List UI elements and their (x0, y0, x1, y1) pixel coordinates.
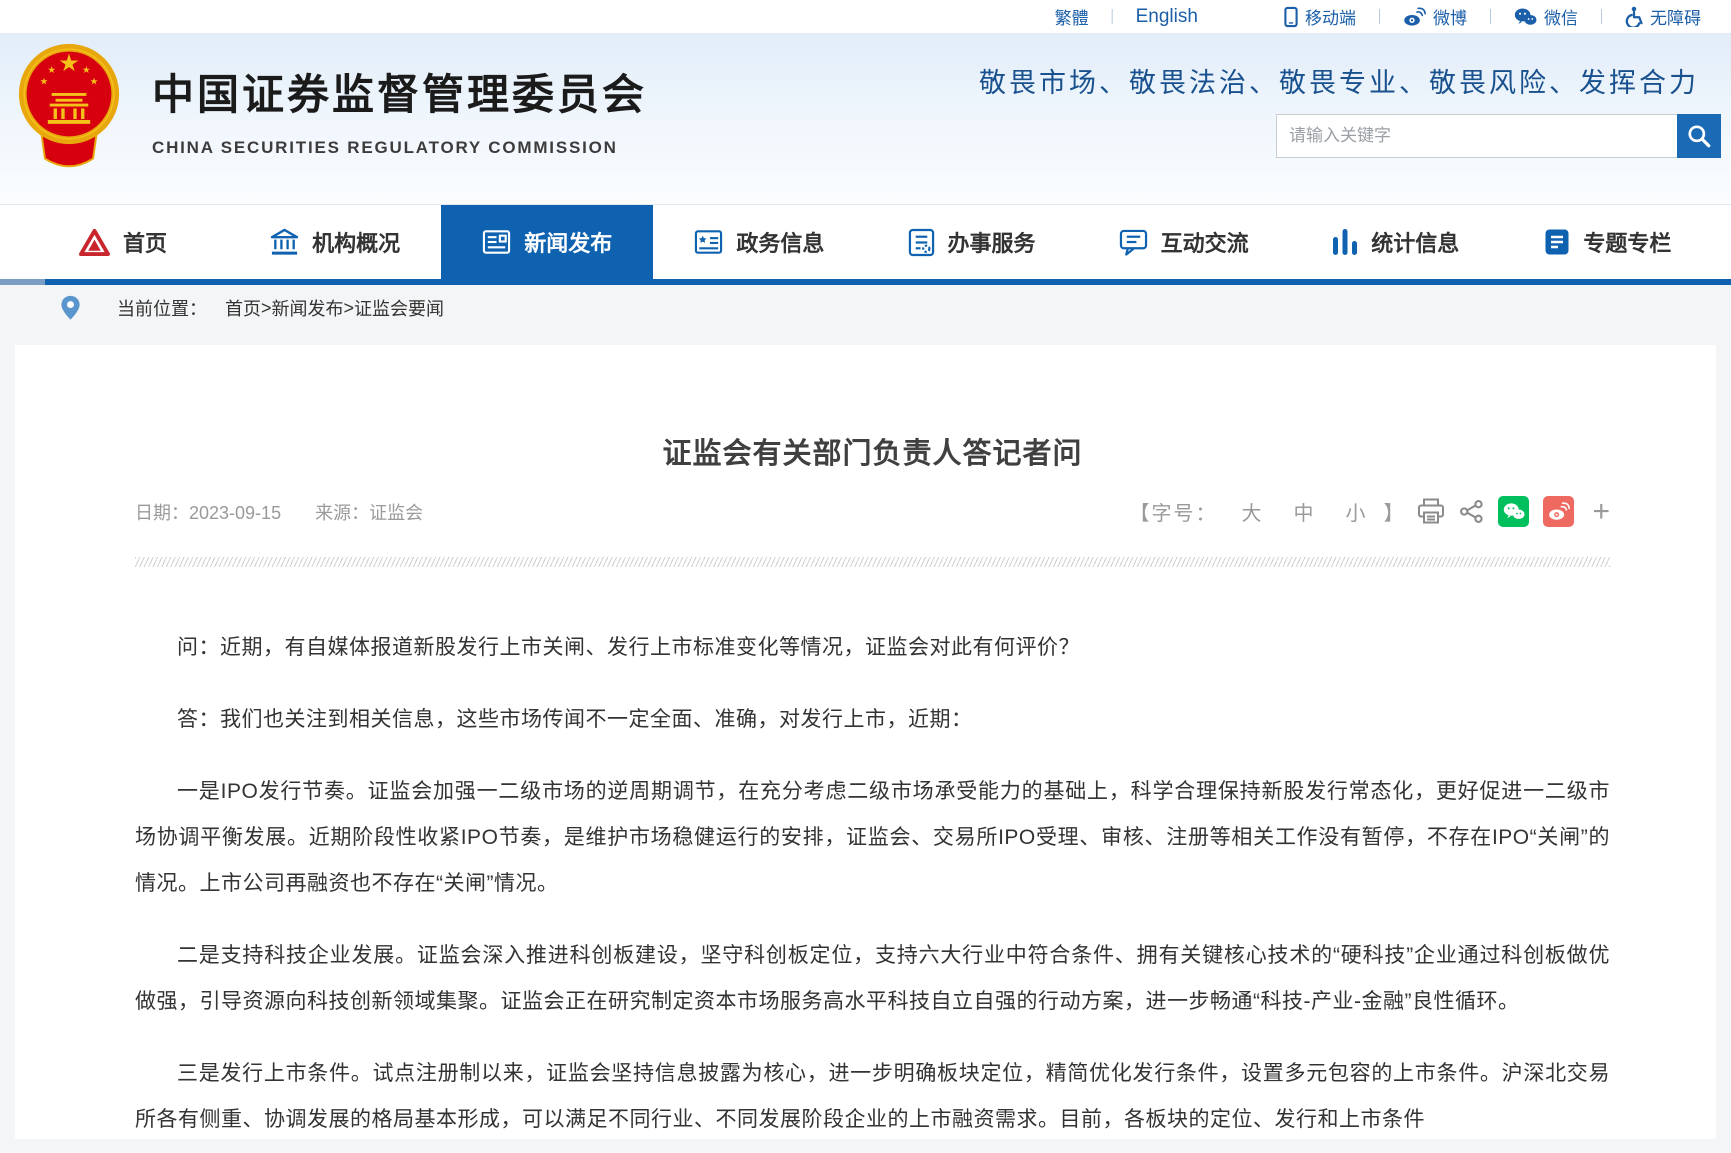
font-size-large-button[interactable]: 大 (1241, 497, 1261, 526)
national-emblem-logo (16, 39, 122, 179)
nav-tab-label: 互动交流 (1161, 226, 1249, 258)
service-icon (908, 228, 935, 257)
news-icon (482, 229, 511, 255)
nav-tab-label: 专题专栏 (1583, 226, 1671, 258)
special-column-icon (1544, 228, 1570, 256)
article-meta: 日期：2023-09-15 来源：证监会 (135, 499, 423, 525)
font-size-label-close: 】 (1383, 497, 1403, 526)
gov-info-icon (694, 229, 723, 255)
link-traditional-chinese[interactable]: 繁體 (1055, 4, 1089, 29)
nav-tab-gov-info[interactable]: 政务信息 (653, 205, 865, 279)
org-name-cn: 中国证券监督管理委员会 (152, 61, 647, 122)
bank-icon (270, 228, 299, 257)
article-card: 证监会有关部门负责人答记者问 日期：2023-09-15 来源：证监会 【字号：… (15, 345, 1716, 1139)
article-paragraph: 问：近期，有自媒体报道新股发行上市关闸、发行上市标准变化等情况，证监会对此有何评… (135, 625, 1610, 671)
org-title-block: 中国证券监督管理委员会 CHINA SECURITIES REGULATORY … (152, 61, 647, 158)
site-header: 中国证券监督管理委员会 CHINA SECURITIES REGULATORY … (0, 33, 1731, 204)
link-wechat[interactable]: 微信 (1514, 4, 1578, 29)
nav-tab-special-columns[interactable]: 专题专栏 (1502, 205, 1714, 279)
link-accessibility[interactable]: 无障碍 (1625, 4, 1701, 29)
nav-tab-statistics[interactable]: 统计信息 (1290, 205, 1502, 279)
hatched-divider (135, 557, 1610, 567)
wechat-icon (1514, 7, 1537, 27)
breadcrumb-link-home[interactable]: 首页 (225, 295, 261, 321)
font-size-medium-button[interactable]: 中 (1293, 497, 1313, 526)
share-weibo-button[interactable] (1543, 496, 1574, 527)
share-button[interactable] (1459, 499, 1484, 524)
nav-tab-label: 政务信息 (736, 226, 824, 258)
article-title: 证监会有关部门负责人答记者问 (135, 430, 1610, 472)
article-paragraph: 答：我们也关注到相关信息，这些市场传闻不一定全面、准确，对发行上市，近期： (135, 697, 1610, 743)
main-nav: 首页 机构概况 新闻发布 政务信息 办事服务 (0, 204, 1731, 279)
chat-icon (1119, 229, 1148, 256)
nav-tab-home[interactable]: 首页 (17, 205, 229, 279)
csrc-logo-icon (79, 228, 110, 257)
wheelchair-icon (1625, 6, 1643, 27)
breadcrumb-link-csrc-news[interactable]: 证监会要闻 (354, 295, 444, 321)
article-paragraph: 三是发行上市条件。试点注册制以来，证监会坚持信息披露为核心，进一步明确板块定位，… (135, 1051, 1610, 1139)
nav-tab-label: 办事服务 (948, 226, 1036, 258)
separator: ｜ (1105, 6, 1120, 27)
breadcrumb-separator: > (261, 298, 272, 319)
search-icon (1686, 123, 1712, 149)
article-meta-row: 日期：2023-09-15 来源：证监会 【字号： 大 中 小 】 (135, 496, 1610, 527)
mobile-phone-icon (1284, 6, 1298, 28)
breadcrumb-label: 当前位置： (117, 295, 207, 321)
bar-chart-icon (1332, 228, 1358, 256)
nav-tab-label: 机构概况 (312, 226, 400, 258)
link-weibo[interactable]: 微博 (1403, 4, 1467, 29)
article-paragraph: 一是IPO发行节奏。证监会加强一二级市场的逆周期调节，在充分考虑二级市场承受能力… (135, 769, 1610, 907)
link-accessibility-label: 无障碍 (1650, 4, 1701, 29)
nav-tab-interaction[interactable]: 互动交流 (1078, 205, 1290, 279)
breadcrumb-separator: > (344, 298, 355, 319)
link-mobile-label: 移动端 (1305, 4, 1356, 29)
search-box (1276, 114, 1721, 158)
nav-tab-services[interactable]: 办事服务 (866, 205, 1078, 279)
nav-tab-about[interactable]: 机构概况 (229, 205, 441, 279)
separator: ｜ (1483, 6, 1498, 27)
separator: ｜ (1594, 6, 1609, 27)
search-button[interactable] (1677, 114, 1721, 158)
nav-tab-news[interactable]: 新闻发布 (441, 205, 653, 279)
font-size-small-button[interactable]: 小 (1345, 497, 1365, 526)
nav-accent-bar (0, 279, 1731, 285)
nav-tab-label: 新闻发布 (524, 226, 612, 258)
article-date: 日期：2023-09-15 (135, 499, 281, 525)
article-source: 来源：证监会 (315, 499, 423, 525)
link-wechat-label: 微信 (1544, 4, 1578, 29)
more-tools-button[interactable]: + (1592, 497, 1610, 527)
search-input[interactable] (1276, 114, 1677, 158)
breadcrumb-link-news[interactable]: 新闻发布 (272, 295, 344, 321)
article-body: 问：近期，有自媒体报道新股发行上市关闸、发行上市标准变化等情况，证监会对此有何评… (135, 625, 1610, 1139)
breadcrumb: 当前位置： 首页 > 新闻发布 > 证监会要闻 (0, 285, 1731, 331)
csrc-homepage: 繁體 ｜ English 移动端 ｜ 微博 ｜ 微信 ｜ (0, 0, 1731, 1153)
nav-tab-label: 首页 (123, 226, 167, 258)
weibo-icon (1403, 7, 1426, 27)
wechat-icon (1503, 502, 1525, 521)
org-name-en: CHINA SECURITIES REGULATORY COMMISSION (152, 138, 647, 158)
share-wechat-button[interactable] (1498, 496, 1529, 527)
header-slogan: 敬畏市场、敬畏法治、敬畏专业、敬畏风险、发挥合力 (979, 61, 1699, 100)
link-english[interactable]: English (1136, 6, 1198, 28)
top-utility-bar: 繁體 ｜ English 移动端 ｜ 微博 ｜ 微信 ｜ (0, 0, 1731, 33)
print-button[interactable] (1417, 498, 1445, 525)
link-weibo-label: 微博 (1433, 4, 1467, 29)
nav-tab-label: 统计信息 (1371, 226, 1459, 258)
weibo-icon (1548, 502, 1570, 521)
link-mobile[interactable]: 移动端 (1284, 4, 1356, 29)
article-paragraph: 二是支持科技企业发展。证监会深入推进科创板建设，坚守科创板定位，支持六大行业中符… (135, 933, 1610, 1025)
separator: ｜ (1372, 6, 1387, 27)
font-size-label: 【字号： (1129, 497, 1217, 526)
location-pin-icon (60, 295, 81, 321)
article-tools: 【字号： 大 中 小 】 (1129, 496, 1610, 527)
